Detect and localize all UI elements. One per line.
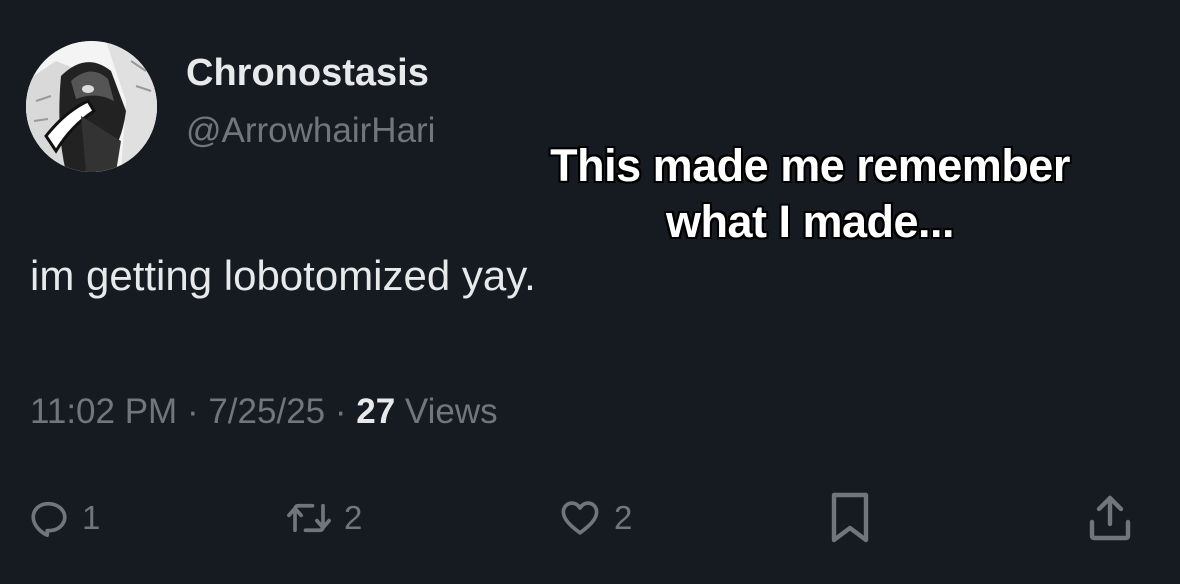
views-count: 27 (356, 392, 396, 431)
tweet-time[interactable]: 11:02 PM (30, 392, 177, 431)
tweet-date[interactable]: 7/25/25 (208, 392, 325, 431)
meta-separator: · (186, 392, 199, 431)
meta-separator: · (334, 392, 347, 431)
tweet-meta: 11:02 PM · 7/25/25 · 27 Views (30, 392, 498, 432)
share-icon (1089, 495, 1131, 541)
like-button[interactable]: 2 (558, 488, 632, 548)
tweet-text: im getting lobotomized yay. (30, 252, 536, 299)
retweet-count: 2 (344, 499, 363, 536)
overlay-caption-line-1: This made me remember (550, 140, 1070, 191)
heart-icon (561, 501, 599, 535)
tweet-actions: 1 2 2 (0, 488, 1180, 548)
retweet-icon (287, 503, 331, 533)
share-button[interactable] (1086, 488, 1134, 548)
like-count: 2 (614, 499, 633, 536)
author-handle[interactable]: @ArrowhairHari (186, 111, 435, 151)
reply-icon (31, 501, 67, 537)
avatar-image (26, 41, 157, 172)
reply-button[interactable]: 1 (28, 488, 100, 548)
bookmark-button[interactable] (826, 488, 874, 548)
bookmark-icon (831, 492, 869, 543)
avatar[interactable] (26, 41, 157, 172)
author-display-name[interactable]: Chronostasis (186, 52, 429, 95)
overlay-caption: This made me remember what I made... (500, 138, 1120, 250)
reply-count: 1 (82, 499, 101, 536)
retweet-button[interactable]: 2 (286, 488, 362, 548)
views-label: Views (404, 392, 498, 431)
overlay-caption-line-2: what I made... (665, 196, 955, 247)
